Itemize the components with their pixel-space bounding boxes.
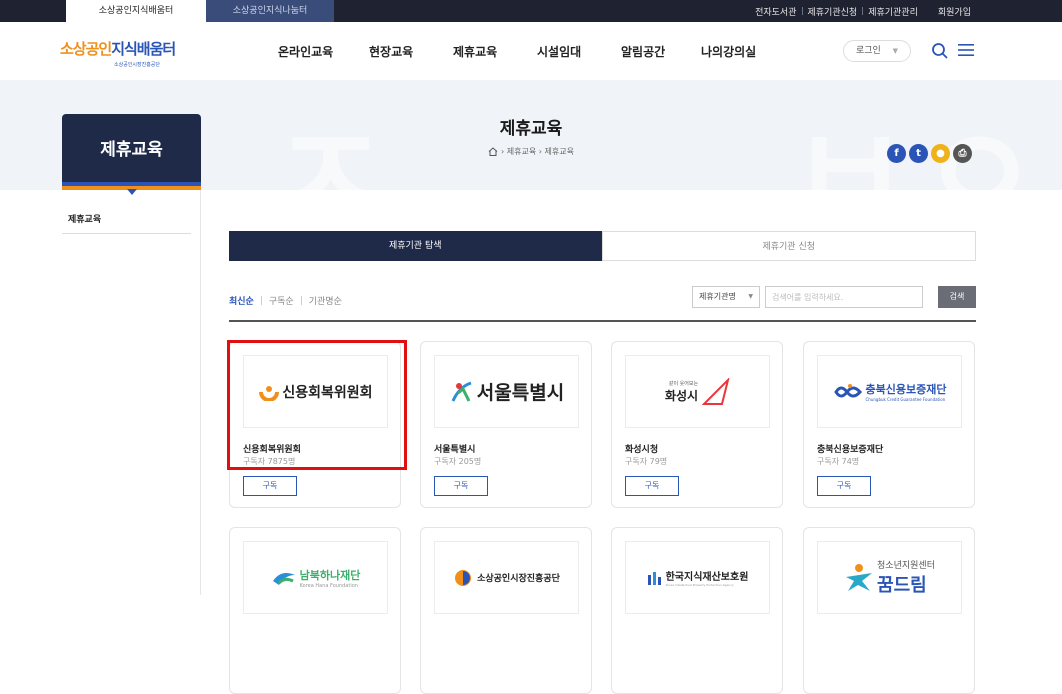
link-partner-apply[interactable]: 제휴기관신청 — [803, 5, 863, 18]
hana-logo-icon — [272, 572, 295, 585]
sort-subscribers[interactable]: 구독순 — [269, 294, 294, 307]
divider — [260, 296, 262, 305]
partner-logo[interactable]: 남북하나재단 Korea Hana Foundation — [243, 541, 388, 614]
logo-text-blue: 지식배움터 — [111, 40, 176, 58]
site-header: 소상공인지식배움터 소상공인시장진흥공단 온라인교육 현장교육 제휴교육 시설임… — [0, 22, 1062, 80]
link-e-library[interactable]: 전자도서관 — [750, 5, 801, 18]
link-partner-manage[interactable]: 제휴기관관리 — [863, 5, 923, 18]
breadcrumb-path: › 제휴교육 › 제휴교육 — [501, 147, 574, 156]
partner-logo[interactable]: 서울특별시 — [434, 355, 579, 428]
partner-logo-text: 꿈드림 — [877, 575, 927, 596]
partner-subscribers: 구독자 74명 — [817, 457, 860, 466]
nav-online-edu[interactable]: 온라인교육 — [278, 43, 369, 60]
tab-partner-apply[interactable]: 제휴기관 신청 — [601, 231, 976, 261]
subscribe-button[interactable]: 구독 — [243, 476, 297, 496]
partner-logo-text: 한국지식재산보호원 — [665, 572, 749, 583]
partner-subscribers: 구독자 79명 — [625, 457, 668, 466]
search-button[interactable]: 검색 — [938, 286, 976, 308]
subscribe-button[interactable]: 구독 — [817, 476, 871, 496]
partner-card: 남북하나재단 Korea Hana Foundation — [229, 527, 401, 694]
partner-logo-text: 소상공인시장진흥공단 — [477, 574, 560, 584]
tab-knowledge-sharing[interactable]: 소상공인지식나눔터 — [206, 0, 334, 22]
partner-logo-text: 충북신용보증재단 — [865, 383, 947, 396]
partner-logo[interactable]: 청소년지원센터 꿈드림 — [817, 541, 962, 614]
chevron-down-icon: ▼ — [892, 47, 898, 55]
partner-card: 충북신용보증재단 Chungbuk Credit Guarantee Found… — [803, 341, 975, 508]
list-divider — [229, 320, 976, 322]
partner-logo-text: 서울특별시 — [476, 382, 565, 404]
partner-name: 충북신용보증재단 — [817, 445, 884, 455]
partner-logo[interactable]: 한국지식재산보호원 Korea Intellectual Property Pr… — [625, 541, 770, 614]
partner-card: 같이 웃어보는 화성시 화성시청 구독자 79명 구독 — [611, 341, 783, 508]
twitter-icon[interactable]: t — [909, 144, 928, 163]
logo-subtitle: 소상공인시장진흥공단 — [114, 62, 161, 68]
logo-text-orange: 소상공인 — [60, 40, 112, 58]
sort-options: 최신순 구독순 기관명순 — [229, 294, 342, 307]
hwaseong-logo-icon — [702, 377, 730, 405]
sort-name[interactable]: 기관명순 — [309, 294, 342, 307]
seoul-logo-icon — [451, 381, 472, 402]
partner-card: 소상공인시장진흥공단 — [420, 527, 592, 694]
partner-name: 서울특별시 — [434, 445, 476, 455]
tab-partner-explore[interactable]: 제휴기관 탐색 — [229, 231, 602, 261]
site-logo[interactable]: 소상공인지식배움터 소상공인시장진흥공단 — [60, 38, 176, 68]
partner-logo-tagline: Korea Hana Foundation — [299, 582, 358, 589]
sidebar-item-partner-edu[interactable]: 제휴교육 — [62, 208, 191, 234]
content-tabs: 제휴기관 탐색 제휴기관 신청 — [229, 231, 976, 261]
partner-logo[interactable]: 소상공인시장진흥공단 — [434, 541, 579, 614]
partner-logo-tagline: 청소년지원센터 — [877, 561, 935, 571]
top-utility-bar: 소상공인지식배움터 소상공인지식나눔터 전자도서관 제휴기관신청 제휴기관관리 … — [0, 0, 1062, 22]
partner-card: 서울특별시 서울특별시 구독자 205명 구독 — [420, 341, 592, 508]
search-field-select[interactable]: 제휴기관명 ▼ — [692, 286, 760, 308]
partner-card: 한국지식재산보호원 Korea Intellectual Property Pr… — [611, 527, 783, 694]
dreamcenter-logo-icon — [846, 563, 873, 591]
nav-notice[interactable]: 알림공간 — [621, 43, 701, 60]
semas-logo-icon — [455, 569, 472, 586]
chungbuk-logo-icon — [833, 383, 862, 397]
home-icon[interactable] — [488, 147, 498, 156]
subscribe-button[interactable]: 구독 — [434, 476, 488, 496]
nav-field-edu[interactable]: 현장교육 — [369, 43, 453, 60]
nav-facility-rental[interactable]: 시설임대 — [537, 43, 621, 60]
search-input[interactable] — [765, 286, 923, 308]
divider — [300, 296, 302, 305]
partner-logo-text: 남북하나재단 — [299, 568, 361, 582]
login-button[interactable]: 로그인 ▼ — [843, 40, 911, 62]
kakao-icon[interactable]: ● — [931, 144, 950, 163]
partner-logo-tagline: Chungbuk Credit Guarantee Foundation — [865, 397, 946, 402]
sidebar-notch — [127, 189, 137, 195]
hamburger-menu-icon[interactable] — [958, 43, 974, 57]
sidebar-menu: 제휴교육 — [62, 208, 191, 234]
sort-latest[interactable]: 최신순 — [229, 294, 254, 307]
utility-links: 전자도서관 제휴기관신청 제휴기관관리 회원가입 — [750, 0, 976, 22]
page-title: 제휴교육 — [499, 119, 563, 139]
sidebar-border — [200, 190, 201, 595]
subscribe-button[interactable]: 구독 — [625, 476, 679, 496]
search-select-value: 제휴기관명 — [699, 292, 736, 301]
tab-knowledge-learning[interactable]: 소상공인지식배움터 — [66, 0, 206, 22]
partner-logo[interactable]: 같이 웃어보는 화성시 — [625, 355, 770, 428]
partner-logo-text: 화성시 — [664, 388, 699, 403]
login-label: 로그인 — [856, 46, 881, 56]
partner-subscribers: 구독자 205명 — [434, 457, 482, 466]
highlight-box — [227, 340, 407, 470]
share-buttons: f t ● ⎙ — [887, 144, 972, 163]
nav-partner-edu[interactable]: 제휴교육 — [453, 43, 537, 60]
partner-logo-tagline: 같이 웃어보는 — [668, 380, 699, 387]
search-icon[interactable] — [931, 42, 949, 60]
link-signup[interactable]: 회원가입 — [933, 5, 976, 18]
partner-logo-tagline: Korea Intellectual Property Protection A… — [665, 583, 734, 587]
print-icon[interactable]: ⎙ — [953, 144, 972, 163]
facebook-icon[interactable]: f — [887, 144, 906, 163]
chevron-down-icon: ▼ — [748, 293, 753, 300]
partner-card: 청소년지원센터 꿈드림 — [803, 527, 975, 694]
nav-my-classroom[interactable]: 나의강의실 — [701, 43, 781, 60]
main-nav: 온라인교육 현장교육 제휴교육 시설임대 알림공간 나의강의실 — [278, 22, 781, 80]
kipra-logo-icon — [647, 571, 661, 585]
partner-name: 화성시청 — [625, 445, 659, 455]
partner-logo[interactable]: 충북신용보증재단 Chungbuk Credit Guarantee Found… — [817, 355, 962, 428]
